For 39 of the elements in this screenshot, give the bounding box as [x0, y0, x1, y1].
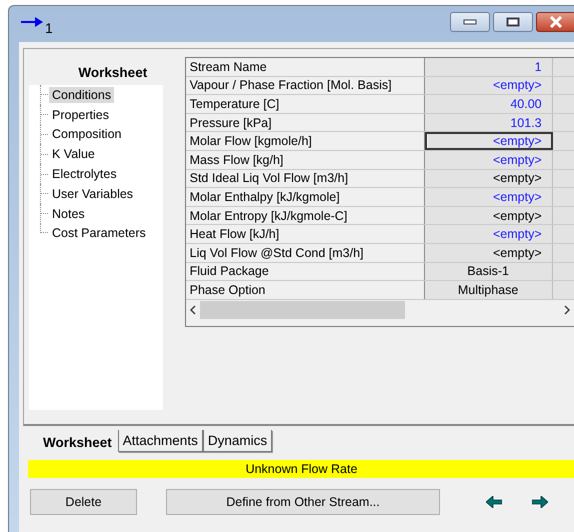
tree-item[interactable]: Properties — [49, 106, 112, 123]
value-cell[interactable]: <empty> — [424, 225, 553, 243]
tree-item[interactable]: User Variables — [49, 186, 136, 202]
scroll-thumb[interactable] — [200, 300, 405, 319]
tree-item[interactable]: Cost Parameters — [49, 225, 149, 242]
define-from-other-stream-button[interactable]: Define from Other Stream... — [166, 489, 440, 515]
close-button[interactable] — [536, 12, 574, 32]
window-title: 1 — [45, 20, 53, 36]
value-cell[interactable]: <empty> — [424, 76, 553, 94]
tree-connector — [40, 85, 49, 105]
value-cell[interactable]: <empty> — [424, 170, 553, 188]
value-cell[interactable]: Multiphase — [424, 281, 553, 299]
tree-item[interactable]: Notes — [49, 206, 88, 222]
sidebar-title: Worksheet — [78, 65, 148, 80]
close-icon — [549, 16, 563, 28]
value-cell[interactable]: <empty> — [424, 244, 553, 262]
value-cell[interactable]: <empty> — [424, 188, 553, 206]
tab[interactable]: Attachments — [118, 430, 203, 452]
status-bar: Unknown Flow Rate — [28, 460, 574, 478]
value-cell[interactable]: 101.3 — [424, 114, 553, 132]
stream-arrow-icon — [21, 16, 43, 28]
value-cell[interactable]: 40.00 — [424, 95, 553, 113]
value-cell[interactable]: <empty> — [424, 132, 553, 150]
value-cell[interactable]: <empty> — [424, 206, 553, 224]
tree-item[interactable]: Composition — [49, 126, 124, 142]
value-cell[interactable]: <empty> — [424, 150, 553, 169]
tree-item[interactable]: Conditions — [49, 86, 114, 103]
maximize-icon — [506, 17, 520, 27]
minimize-button[interactable] — [450, 12, 490, 32]
minimize-icon — [463, 19, 477, 25]
arrow-left-icon[interactable] — [486, 496, 502, 508]
tree-item[interactable]: Electrolytes — [49, 166, 120, 182]
tree-item[interactable]: K Value — [49, 146, 98, 162]
tab[interactable]: Dynamics — [202, 430, 272, 452]
maximize-button[interactable] — [493, 12, 533, 32]
arrow-right-icon[interactable] — [532, 496, 548, 508]
delete-button[interactable]: Delete — [30, 489, 137, 515]
value-cell[interactable]: 1 — [424, 58, 553, 76]
value-cell[interactable]: Basis-1 — [424, 262, 553, 280]
